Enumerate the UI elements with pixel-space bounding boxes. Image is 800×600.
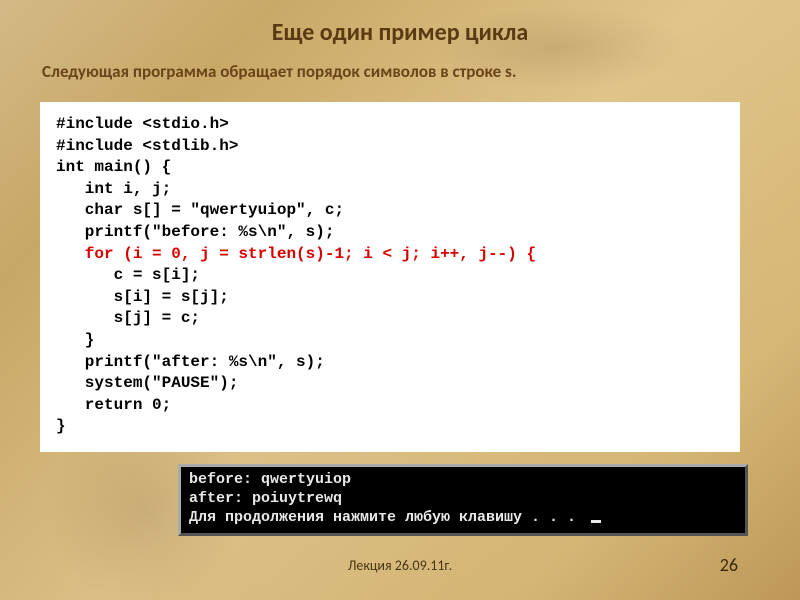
- slide-title: Еще один пример цикла: [40, 18, 760, 47]
- code-line: #include <stdio.h>: [56, 115, 229, 133]
- code-line: printf("after: %s\n", s);: [56, 353, 325, 371]
- console-output: before: qwertyuiop after: poiuytrewq Для…: [178, 464, 748, 536]
- code-line: system("PAUSE");: [56, 374, 238, 392]
- code-line: printf("before: %s\n", s);: [56, 223, 334, 241]
- console-line: after: poiuytrewq: [189, 490, 342, 507]
- code-line: return 0;: [56, 396, 171, 414]
- code-line: char s[] = "qwertyuiop", c;: [56, 201, 344, 219]
- footer-lecture: Лекция 26.09.11г.: [0, 557, 800, 574]
- code-line: }: [56, 417, 66, 435]
- console-line: before: qwertyuiop: [189, 471, 351, 488]
- code-line: int main() {: [56, 158, 171, 176]
- code-line: s[i] = s[j];: [56, 288, 229, 306]
- page-number: 26: [720, 554, 738, 576]
- slide: Еще один пример цикла Следующая программ…: [0, 0, 800, 600]
- code-line: int i, j;: [56, 180, 171, 198]
- slide-subtitle: Следующая программа обращает порядок сим…: [40, 61, 760, 82]
- code-line: #include <stdlib.h>: [56, 137, 238, 155]
- cursor-icon: [591, 520, 601, 523]
- code-block: #include <stdio.h> #include <stdlib.h> i…: [40, 102, 740, 452]
- code-line: }: [56, 331, 94, 349]
- code-line: c = s[i];: [56, 266, 200, 284]
- code-line: s[j] = c;: [56, 309, 200, 327]
- console-line: Для продолжения нажмите любую клавишу . …: [189, 509, 585, 526]
- code-line-highlight: for (i = 0, j = strlen(s)-1; i < j; i++,…: [56, 245, 536, 263]
